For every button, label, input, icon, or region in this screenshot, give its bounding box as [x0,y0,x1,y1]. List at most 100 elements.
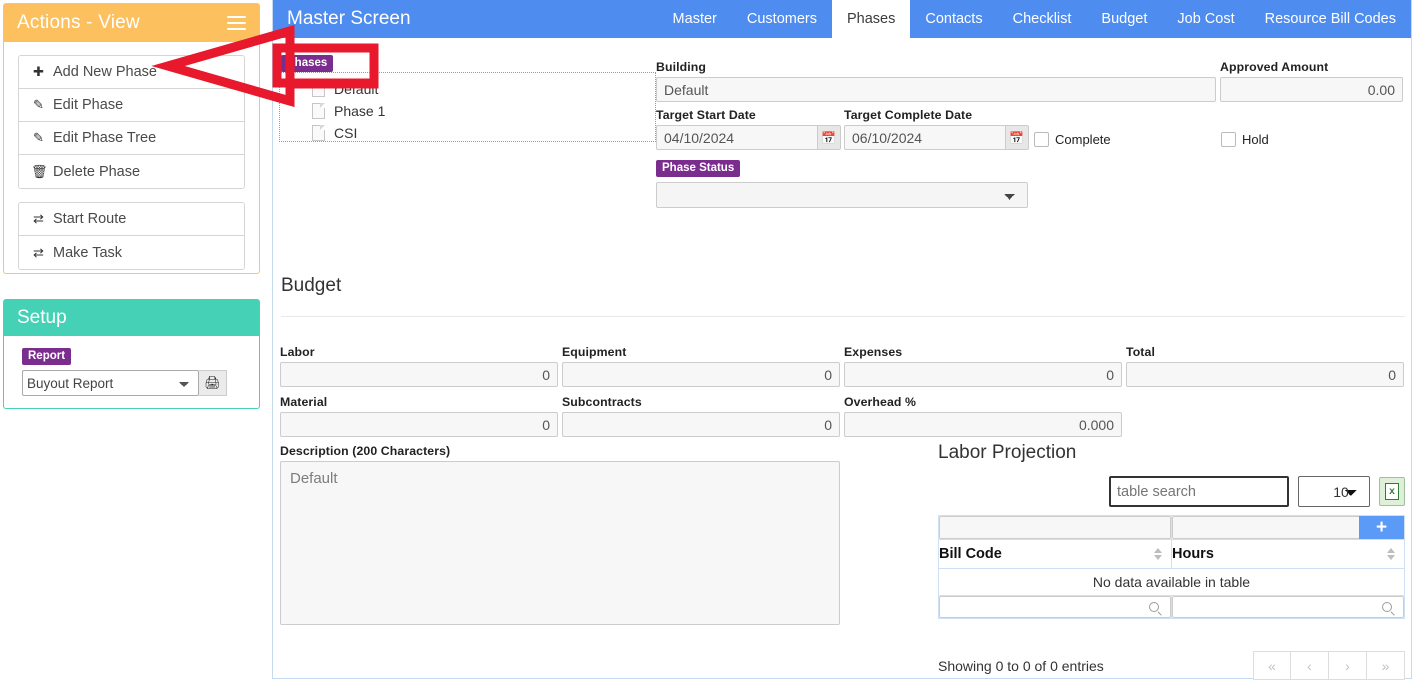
tab-master[interactable]: Master [658,0,732,38]
setup-panel-header: Setup [4,300,259,336]
edit-phase-tree-label: Edit Phase Tree [53,130,157,146]
delete-phase-label: Delete Phase [53,163,141,180]
tab-job-cost[interactable]: Job Cost [1162,0,1249,38]
phases-tree[interactable]: Default Phase 1 CSI [279,72,656,142]
table-search-input[interactable] [1109,476,1289,507]
table-header-row: Bill Code Hours [938,539,1405,569]
subcontracts-label: Subcontracts [562,395,642,409]
tab-budget[interactable]: Budget [1086,0,1162,38]
table-footer: Showing 0 to 0 of 0 entries « ‹ › » [938,651,1405,680]
tab-checklist[interactable]: Checklist [998,0,1087,38]
overhead-field: Overhead % [844,395,1122,437]
new-hours-cell: + [1171,515,1405,540]
actions-primary-group: ✚ Add New Phase ✎ Edit Phase ✎ Edit Phas… [18,55,245,189]
complete-checkbox[interactable] [1034,132,1049,147]
file-icon [312,81,325,97]
tab-contacts[interactable]: Contacts [910,0,997,38]
total-field: Total [1126,345,1404,387]
pagination-previous-button[interactable]: ‹ [1291,651,1329,680]
actions-panel-header: Actions - View [4,4,259,42]
filter-input-hours[interactable] [1172,596,1404,618]
equipment-input[interactable] [562,362,840,387]
labor-projection-section: Labor Projection 10 x [938,442,1405,680]
pagination-next-button[interactable]: › [1329,651,1367,680]
tree-item-phase-1[interactable]: Phase 1 [280,100,655,122]
column-header-hours[interactable]: Hours [1171,539,1405,569]
budget-divider [281,316,1405,317]
building-label: Building [656,60,706,74]
subcontracts-field: Subcontracts [562,395,840,437]
target-complete-date-label: Target Complete Date [844,108,973,122]
empty-state-row: No data available in table [938,568,1405,596]
actions-panel-title: Actions - View [17,12,140,33]
exchange-icon: ⇄ [33,244,44,260]
print-report-button[interactable]: 🖨 [199,370,227,397]
phases-tag-wrapper: Phases [281,53,334,73]
actions-panel: Actions - View ✚ Add New Phase ✎ Edit Ph… [3,3,260,274]
excel-export-icon[interactable]: x [1379,477,1405,506]
expenses-field: Expenses [844,345,1122,387]
edit-phase-tree-button[interactable]: ✎ Edit Phase Tree [19,122,244,155]
column-header-label: Bill Code [939,546,1002,562]
filter-input-bill-code[interactable] [939,596,1171,618]
tab-customers[interactable]: Customers [732,0,832,38]
column-header-bill-code[interactable]: Bill Code [938,539,1172,569]
actions-secondary-group: ⇄ Start Route ⇄ Make Task [18,202,245,270]
building-field: Building [656,60,1216,102]
pagination-controls: « ‹ › » [1253,651,1405,680]
hamburger-icon[interactable] [227,16,246,30]
labor-input[interactable] [280,362,558,387]
total-input[interactable] [1126,362,1404,387]
expenses-input[interactable] [844,362,1122,387]
target-start-date-field: Target Start Date 📅 [656,108,841,150]
file-icon [312,103,325,119]
start-route-button[interactable]: ⇄ Start Route [19,203,244,236]
target-complete-date-field: Target Complete Date 📅 [844,108,1029,150]
delete-phase-button[interactable]: 🗑 Delete Phase [19,155,244,188]
material-field: Material [280,395,558,437]
description-label: Description (200 Characters) [280,444,451,458]
new-billcode-input[interactable] [939,516,1171,539]
excel-doc-glyph: x [1385,483,1399,500]
nav-tabs: Master Customers Phases Contacts Checkli… [658,0,1411,38]
hold-label: Hold [1242,132,1269,147]
calendar-icon[interactable]: 📅 [1004,125,1029,150]
add-new-phase-button[interactable]: ✚ Add New Phase [19,56,244,89]
pagination-last-button[interactable]: » [1367,651,1405,680]
tree-item-csi[interactable]: CSI [280,122,655,141]
tab-resource-bill-codes[interactable]: Resource Bill Codes [1250,0,1411,38]
overhead-input[interactable] [844,412,1122,437]
make-task-button[interactable]: ⇄ Make Task [19,236,244,269]
search-icon [1382,602,1392,612]
sort-icon [1154,547,1163,561]
calendar-icon[interactable]: 📅 [816,125,841,150]
building-input[interactable] [656,77,1216,102]
approved-amount-input[interactable] [1220,77,1403,102]
hold-checkbox-row[interactable]: Hold [1221,132,1269,147]
edit-phase-button[interactable]: ✎ Edit Phase [19,89,244,122]
complete-checkbox-row[interactable]: Complete [1034,132,1111,147]
page-title: Master Screen [287,8,411,29]
search-icon [1149,602,1159,612]
material-input[interactable] [280,412,558,437]
target-start-date-label: Target Start Date [656,108,756,122]
new-billcode-cell [938,515,1172,540]
subcontracts-input[interactable] [562,412,840,437]
column-header-label: Hours [1172,546,1214,562]
phase-status-select[interactable] [656,182,1028,209]
tab-phases[interactable]: Phases [831,0,911,38]
target-complete-date-input[interactable] [844,125,1005,150]
total-label: Total [1126,345,1155,359]
description-textarea[interactable]: Default [280,461,840,625]
tree-item-default[interactable]: Default [280,78,655,100]
pagination-first-button[interactable]: « [1253,651,1291,680]
hold-checkbox[interactable] [1221,132,1236,147]
overhead-label: Overhead % [844,395,917,409]
equipment-field: Equipment [562,345,840,387]
add-row-button[interactable]: + [1359,516,1404,539]
target-start-date-input[interactable] [656,125,817,150]
plus-square-icon: ✚ [33,64,44,79]
report-select[interactable]: Buyout Report [22,370,199,397]
phase-status-tag: Phase Status [656,160,741,178]
page-length-select[interactable]: 10 [1298,476,1370,507]
